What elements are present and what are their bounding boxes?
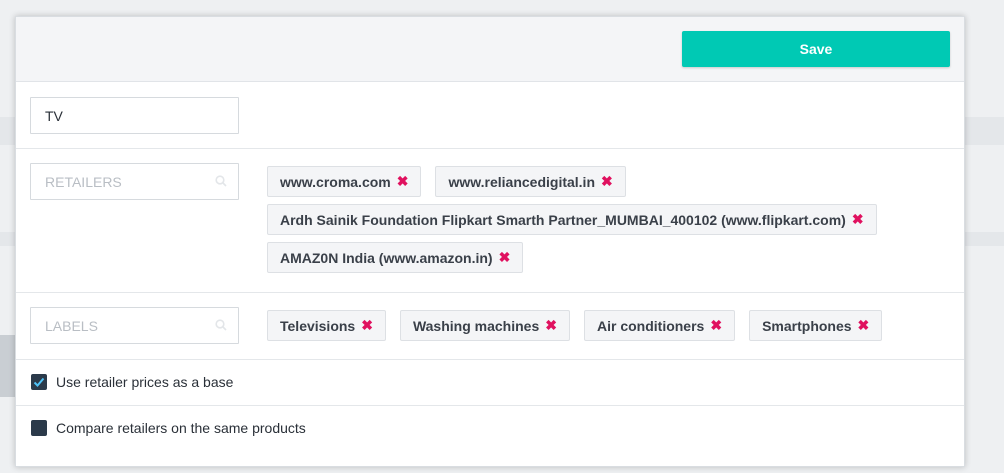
option-row: Compare retailers on the same products xyxy=(16,406,964,452)
remove-icon[interactable]: ✖ xyxy=(397,173,409,190)
remove-icon[interactable]: ✖ xyxy=(499,249,511,266)
tag-chip: www.croma.com ✖ xyxy=(267,166,422,197)
modal-header: Save xyxy=(16,17,964,82)
retailer-tags: www.croma.com ✖ www.reliancedigital.in ✖ Ard… xyxy=(267,166,907,273)
tag-chip: www.reliancedigital.in ✖ xyxy=(435,166,626,197)
use-retailer-prices-checkbox[interactable] xyxy=(31,374,47,390)
tag-label: AMAZ0N India (www.amazon.in) xyxy=(280,249,493,266)
tag-chip: Smartphones ✖ xyxy=(749,310,883,341)
tag-label: www.reliancedigital.in xyxy=(448,173,595,190)
checkmark-icon xyxy=(33,377,45,387)
labels-search xyxy=(30,307,239,344)
tag-chip: AMAZ0N India (www.amazon.in) ✖ xyxy=(267,242,524,273)
search-icon xyxy=(215,175,227,187)
label-tags: Televisions ✖ Washing machines ✖ Air conditi… xyxy=(267,310,907,341)
retailers-search xyxy=(30,163,239,200)
search-icon xyxy=(215,319,227,331)
remove-icon[interactable]: ✖ xyxy=(545,317,557,334)
option-label: Compare retailers on the same products xyxy=(56,420,306,436)
remove-icon[interactable]: ✖ xyxy=(858,317,870,334)
retailers-row: www.croma.com ✖ www.reliancedigital.in ✖ Ard… xyxy=(16,149,964,293)
tag-chip: Air conditioners ✖ xyxy=(583,310,736,341)
tag-label: Washing machines xyxy=(412,317,540,334)
edit-group-modal: Save www.croma.com✖www.reliancedigital.i… xyxy=(15,16,965,467)
tag-label: Air conditioners xyxy=(596,317,705,334)
tag-chip: Washing machines ✖ xyxy=(399,310,570,341)
tag-label: Smartphones xyxy=(762,317,852,334)
labels-row: Televisions✖Washing machines✖Air conditi… xyxy=(16,293,964,360)
remove-icon[interactable]: ✖ xyxy=(852,211,864,228)
remove-icon[interactable]: ✖ xyxy=(710,317,722,334)
tag-label: www.croma.com xyxy=(280,173,391,190)
tag-label: Ardh Sainik Foundation Flipkart Smarth P… xyxy=(280,211,846,228)
compare-retailers-checkbox[interactable] xyxy=(31,420,47,436)
compare-retailers-option[interactable]: Compare retailers on the same products xyxy=(31,420,306,436)
group-name-input[interactable] xyxy=(30,97,239,134)
tag-label: Televisions xyxy=(280,317,356,334)
option-label: Use retailer prices as a base xyxy=(56,374,234,390)
name-row xyxy=(16,82,964,149)
tag-chip: Televisions ✖ xyxy=(267,310,386,341)
save-button[interactable]: Save xyxy=(682,31,950,67)
tag-chip: Ardh Sainik Foundation Flipkart Smarth P… xyxy=(267,204,877,235)
use-retailer-prices-option[interactable]: Use retailer prices as a base xyxy=(31,374,233,390)
labels-search-input[interactable] xyxy=(30,307,239,344)
background-chip xyxy=(0,335,16,397)
option-row: Use retailer prices as a base xyxy=(16,360,964,406)
remove-icon[interactable]: ✖ xyxy=(601,173,613,190)
remove-icon[interactable]: ✖ xyxy=(361,317,373,334)
retailers-search-input[interactable] xyxy=(30,163,239,200)
